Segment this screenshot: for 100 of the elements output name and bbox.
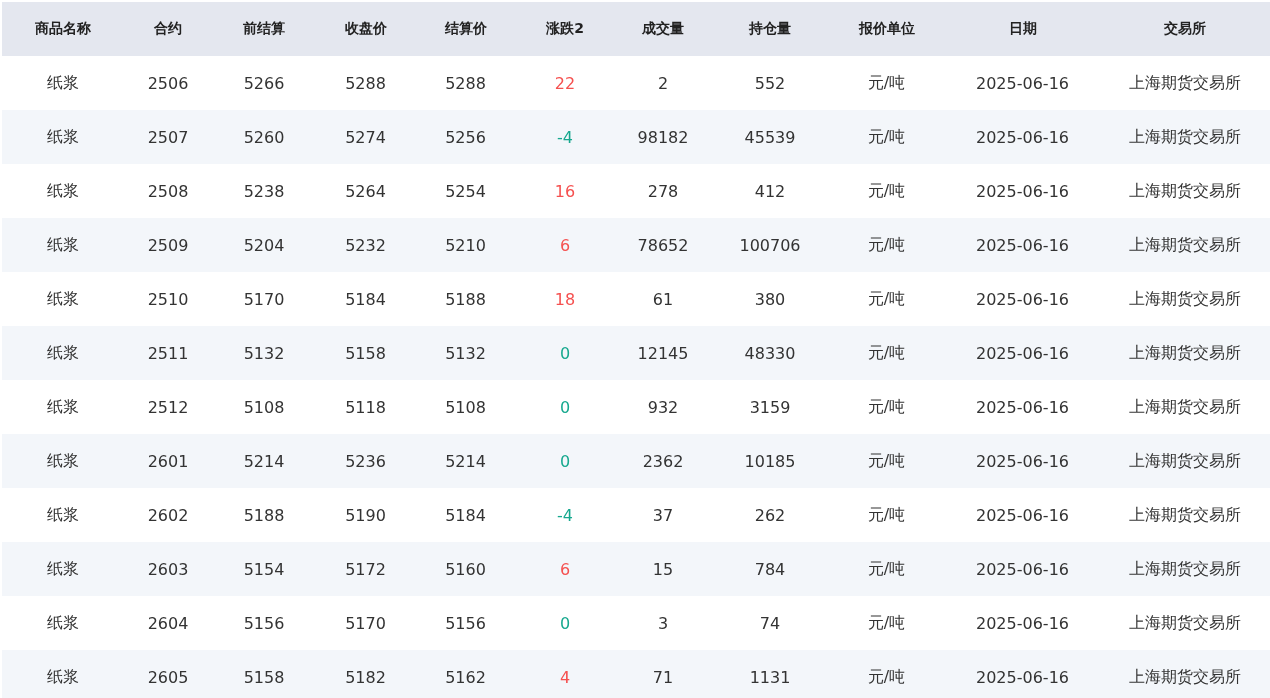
table-cell: 上海期货交易所 — [1100, 326, 1270, 380]
table-cell: 5170 — [316, 596, 415, 650]
table-cell: 2025-06-16 — [945, 380, 1100, 434]
table-cell: 2506 — [124, 56, 212, 110]
table-cell: 上海期货交易所 — [1100, 380, 1270, 434]
table-cell: 5156 — [415, 596, 516, 650]
table-cell: 上海期货交易所 — [1100, 110, 1270, 164]
table-cell: 5160 — [415, 542, 516, 596]
table-cell: 262 — [712, 488, 828, 542]
table-cell: 0 — [516, 380, 614, 434]
table-cell: 2025-06-16 — [945, 434, 1100, 488]
table-cell: 5214 — [212, 434, 316, 488]
table-cell: 5236 — [316, 434, 415, 488]
table-cell: 5256 — [415, 110, 516, 164]
table-cell: 100706 — [712, 218, 828, 272]
table-cell: 78652 — [614, 218, 712, 272]
table-cell: 5188 — [212, 488, 316, 542]
table-cell: 元/吨 — [828, 110, 945, 164]
column-header: 结算价 — [415, 2, 516, 56]
table-cell: 元/吨 — [828, 380, 945, 434]
table-cell: 元/吨 — [828, 488, 945, 542]
table-cell: 2025-06-16 — [945, 542, 1100, 596]
column-header: 涨跌2 — [516, 2, 614, 56]
table-cell: 5260 — [212, 110, 316, 164]
column-header: 成交量 — [614, 2, 712, 56]
column-header: 前结算 — [212, 2, 316, 56]
table-cell: 5288 — [316, 56, 415, 110]
table-cell: 5288 — [415, 56, 516, 110]
column-header: 收盘价 — [316, 2, 415, 56]
table-cell: 上海期货交易所 — [1100, 434, 1270, 488]
table-cell: 5108 — [415, 380, 516, 434]
table-cell: 12145 — [614, 326, 712, 380]
table-cell: 上海期货交易所 — [1100, 488, 1270, 542]
table-cell: 上海期货交易所 — [1100, 272, 1270, 326]
table-cell: 5184 — [316, 272, 415, 326]
table-cell: 2025-06-16 — [945, 272, 1100, 326]
table-cell: 6 — [516, 542, 614, 596]
table-cell: 元/吨 — [828, 164, 945, 218]
table-cell: 元/吨 — [828, 434, 945, 488]
table-cell: 纸浆 — [2, 164, 124, 218]
table-cell: 2025-06-16 — [945, 164, 1100, 218]
table-cell: 71 — [614, 650, 712, 698]
table-cell: 412 — [712, 164, 828, 218]
table-cell: 552 — [712, 56, 828, 110]
column-header: 交易所 — [1100, 2, 1270, 56]
table-cell: 元/吨 — [828, 56, 945, 110]
table-cell: 15 — [614, 542, 712, 596]
table-cell: 上海期货交易所 — [1100, 596, 1270, 650]
table-cell: 784 — [712, 542, 828, 596]
table-cell: 22 — [516, 56, 614, 110]
table-cell: 4 — [516, 650, 614, 698]
table-cell: 元/吨 — [828, 218, 945, 272]
table-cell: 纸浆 — [2, 110, 124, 164]
table-cell: 37 — [614, 488, 712, 542]
table-cell: 5172 — [316, 542, 415, 596]
table-cell: 2508 — [124, 164, 212, 218]
table-cell: 5158 — [316, 326, 415, 380]
table-cell: 2 — [614, 56, 712, 110]
table-cell: 5158 — [212, 650, 316, 698]
table-cell: 2512 — [124, 380, 212, 434]
table-cell: 纸浆 — [2, 596, 124, 650]
table-cell: 2025-06-16 — [945, 326, 1100, 380]
column-header: 日期 — [945, 2, 1100, 56]
table-cell: 2602 — [124, 488, 212, 542]
table-cell: 5238 — [212, 164, 316, 218]
table-cell: 0 — [516, 326, 614, 380]
table-cell: 1131 — [712, 650, 828, 698]
table-cell: 2025-06-16 — [945, 650, 1100, 698]
table-cell: 74 — [712, 596, 828, 650]
table-cell: 45539 — [712, 110, 828, 164]
table-cell: 0 — [516, 434, 614, 488]
table-cell: 5162 — [415, 650, 516, 698]
table-cell: 2604 — [124, 596, 212, 650]
table-cell: 纸浆 — [2, 488, 124, 542]
column-header: 商品名称 — [2, 2, 124, 56]
column-header: 合约 — [124, 2, 212, 56]
table-cell: 2025-06-16 — [945, 110, 1100, 164]
table-cell: 61 — [614, 272, 712, 326]
table-cell: 5132 — [212, 326, 316, 380]
table-cell: 3 — [614, 596, 712, 650]
table-cell: 元/吨 — [828, 272, 945, 326]
table-cell: 5264 — [316, 164, 415, 218]
table-cell: 2025-06-16 — [945, 56, 1100, 110]
table-cell: -4 — [516, 110, 614, 164]
table-cell: 元/吨 — [828, 596, 945, 650]
table-cell: 932 — [614, 380, 712, 434]
table-cell: 元/吨 — [828, 650, 945, 698]
table-cell: 5182 — [316, 650, 415, 698]
table-cell: 纸浆 — [2, 650, 124, 698]
table-cell: 48330 — [712, 326, 828, 380]
table-cell: 5274 — [316, 110, 415, 164]
table-cell: 上海期货交易所 — [1100, 56, 1270, 110]
table-cell: 380 — [712, 272, 828, 326]
table-cell: 2025-06-16 — [945, 218, 1100, 272]
table-cell: 元/吨 — [828, 542, 945, 596]
table-cell: 纸浆 — [2, 542, 124, 596]
column-header: 持仓量 — [712, 2, 828, 56]
table-cell: 18 — [516, 272, 614, 326]
table-cell: 纸浆 — [2, 380, 124, 434]
table-cell: 5266 — [212, 56, 316, 110]
